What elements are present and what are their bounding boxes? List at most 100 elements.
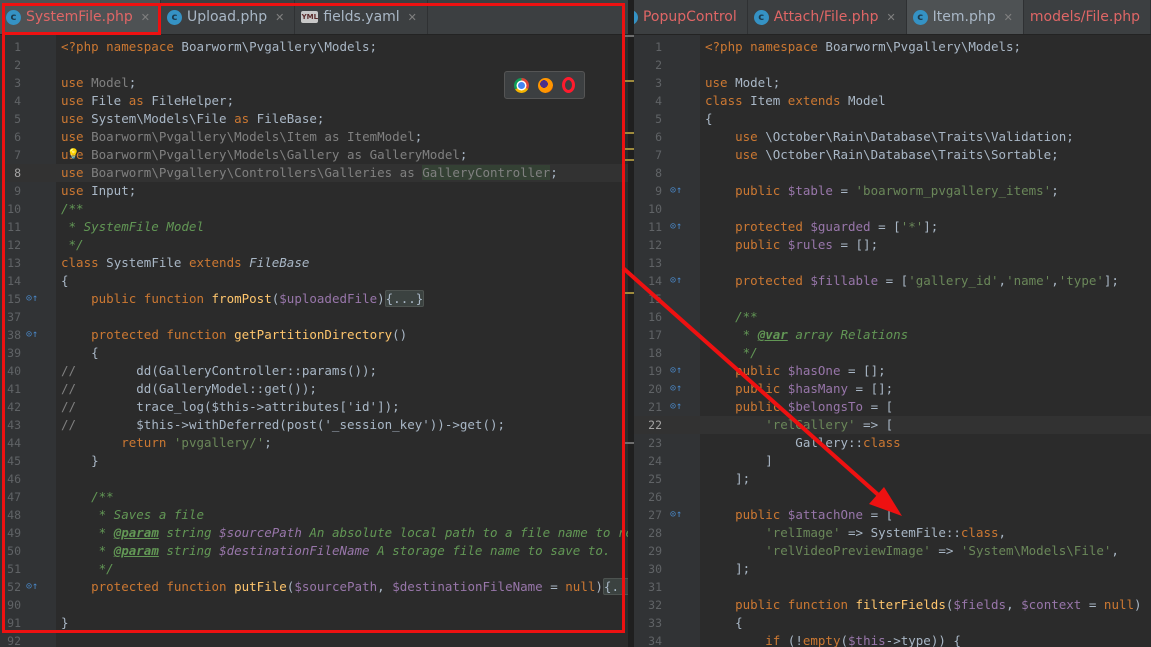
code-line[interactable]: 29 'relVideoPreviewImage' => 'System\Mod…	[634, 542, 1151, 560]
code-line[interactable]: 31	[634, 578, 1151, 596]
editor-tab[interactable]: YML fields.yaml ✕	[295, 0, 428, 34]
code-line[interactable]: 91}	[0, 614, 628, 632]
code-line[interactable]: 4 class Item extends Model	[634, 92, 1151, 110]
code-line[interactable]: 20 ⊙↑ public $hasMany = [];	[634, 380, 1151, 398]
code-line[interactable]: 22 'relGallery' => [	[634, 416, 1151, 434]
code-line[interactable]: 3 use Model;	[634, 74, 1151, 92]
code-line[interactable]: 30 ];	[634, 560, 1151, 578]
code-line[interactable]: 13 class SystemFile extends FileBase	[0, 254, 628, 272]
code-line[interactable]: 14 ⊙↑ protected $fillable = ['gallery_id'…	[634, 272, 1151, 290]
code-line[interactable]: 26	[634, 488, 1151, 506]
close-icon[interactable]: ✕	[141, 11, 150, 24]
code-line[interactable]: 15	[634, 290, 1151, 308]
left-code-editor[interactable]: 1 <?php namespace Boarworm\Pvgallery\Mode…	[0, 35, 628, 647]
code-text: public $belongsTo = [	[735, 399, 894, 414]
code-line[interactable]: 28 'relImage' => SystemFile::class,	[634, 524, 1151, 542]
code-line[interactable]: 33 {	[634, 614, 1151, 632]
override-marker-icon[interactable]: ⊙↑	[26, 326, 38, 344]
code-line[interactable]: 43 // $this->withDeferred(post('_session_…	[0, 416, 628, 434]
override-marker-icon[interactable]: ⊙↑	[670, 182, 682, 200]
php-class-icon: c	[912, 9, 928, 25]
code-line[interactable]: 37	[0, 308, 628, 326]
code-line[interactable]: 50 * @param string $destinationFileName …	[0, 542, 628, 560]
code-line[interactable]: 44 return 'pvgallery/';	[0, 434, 628, 452]
code-line[interactable]: 92	[0, 632, 628, 647]
code-line[interactable]: 12 public $rules = [];	[634, 236, 1151, 254]
code-line[interactable]: 6 use \October\Rain\Database\Traits\Vali…	[634, 128, 1151, 146]
code-line[interactable]: 14 {	[0, 272, 628, 290]
code-line[interactable]: 40 // dd(GalleryController::params());	[0, 362, 628, 380]
close-icon[interactable]: ✕	[275, 11, 284, 24]
code-line[interactable]: 9 ⊙↑ public $table = 'boarworm_pvgallery_…	[634, 182, 1151, 200]
firefox-icon[interactable]	[537, 77, 553, 93]
chrome-icon[interactable]	[513, 77, 529, 93]
code-line[interactable]: 19 ⊙↑ public $hasOne = [];	[634, 362, 1151, 380]
opera-icon[interactable]	[562, 77, 576, 93]
error-stripe[interactable]	[624, 35, 634, 647]
right-code-editor[interactable]: 1 <?php namespace Boarworm\Pvgallery\Mode…	[634, 35, 1151, 647]
override-marker-icon[interactable]: ⊙↑	[26, 290, 38, 308]
code-line[interactable]: 27 ⊙↑ public $attachOne = [	[634, 506, 1151, 524]
code-line[interactable]: 90	[0, 596, 628, 614]
close-icon[interactable]: ✕	[886, 11, 895, 24]
code-line[interactable]: 32 public function filterFields($fields,…	[634, 596, 1151, 614]
code-line[interactable]: 11 ⊙↑ protected $guarded = ['*'];	[634, 218, 1151, 236]
code-line[interactable]: 6 use Boarworm\Pvgallery\Models\Item as I…	[0, 128, 628, 146]
editor-tab[interactable]: c Upload.php ✕	[161, 0, 296, 34]
editor-tab[interactable]: cPopupControl	[634, 0, 748, 34]
code-line[interactable]: 38 ⊙↑ protected function getPartitionDire…	[0, 326, 628, 344]
code-line[interactable]: 15 ⊙↑ public function fromPost($uploadedF…	[0, 290, 628, 308]
lightbulb-icon[interactable]: 💡	[67, 146, 79, 164]
code-line[interactable]: 8	[634, 164, 1151, 182]
code-line[interactable]: 1 <?php namespace Boarworm\Pvgallery\Mode…	[634, 38, 1151, 56]
code-line[interactable]: 42 // trace_log($this->attributes['id']);	[0, 398, 628, 416]
code-line[interactable]: 24 ]	[634, 452, 1151, 470]
override-marker-icon[interactable]: ⊙↑	[670, 218, 682, 236]
override-marker-icon[interactable]: ⊙↑	[670, 362, 682, 380]
code-line[interactable]: 23 Gallery::class	[634, 434, 1151, 452]
code-line[interactable]: 17 * @var array Relations	[634, 326, 1151, 344]
editor-tab[interactable]: c Attach/File.php ✕	[748, 0, 907, 34]
code-line[interactable]: 9 use Input;	[0, 182, 628, 200]
code-line[interactable]: 18 */	[634, 344, 1151, 362]
code-line[interactable]: 45 }	[0, 452, 628, 470]
code-line[interactable]: 13	[634, 254, 1151, 272]
code-line[interactable]: 41 // dd(GalleryModel::get());	[0, 380, 628, 398]
code-line[interactable]: 48 * Saves a file	[0, 506, 628, 524]
code-text: protected $guarded = ['*'];	[735, 219, 939, 234]
override-marker-icon[interactable]: ⊙↑	[26, 578, 38, 596]
code-line[interactable]: 16 /**	[634, 308, 1151, 326]
code-line[interactable]: 52 ⊙↑ protected function putFile($sourceP…	[0, 578, 628, 596]
code-line[interactable]: 11 * SystemFile Model	[0, 218, 628, 236]
editor-tab[interactable]: c SystemFile.php ✕	[0, 0, 161, 34]
override-marker-icon[interactable]: ⊙↑	[670, 272, 682, 290]
code-line[interactable]: 10	[634, 200, 1151, 218]
code-line[interactable]: 34 if (!empty($this->type)) {	[634, 632, 1151, 647]
code-line[interactable]: 25 ];	[634, 470, 1151, 488]
editor-tab[interactable]: c Item.php ✕	[906, 0, 1024, 34]
code-line[interactable]: 7 💡 use Boarworm\Pvgallery\Models\Gallery …	[0, 146, 628, 164]
code-line[interactable]: 5 use System\Models\File as FileBase;	[0, 110, 628, 128]
override-marker-icon[interactable]: ⊙↑	[670, 398, 682, 416]
code-line[interactable]: 12 */	[0, 236, 628, 254]
close-icon[interactable]: ✕	[408, 11, 417, 24]
code-line[interactable]: 8 use Boarworm\Pvgallery\Controllers\Gall…	[0, 164, 628, 182]
code-line[interactable]: 49 * @param string $sourcePath An absolu…	[0, 524, 628, 542]
override-marker-icon[interactable]: ⊙↑	[670, 380, 682, 398]
close-icon[interactable]: ✕	[1004, 11, 1013, 24]
code-line[interactable]: 46	[0, 470, 628, 488]
line-number: 1	[655, 40, 662, 54]
code-line[interactable]: 1 <?php namespace Boarworm\Pvgallery\Mode…	[0, 38, 628, 56]
code-line[interactable]: 21 ⊙↑ public $belongsTo = [	[634, 398, 1151, 416]
code-line[interactable]: 51 */	[0, 560, 628, 578]
code-line[interactable]: 39 {	[0, 344, 628, 362]
code-line[interactable]: 47 /**	[0, 488, 628, 506]
code-line[interactable]: 7 use \October\Rain\Database\Traits\Sort…	[634, 146, 1151, 164]
code-line[interactable]: 5{	[634, 110, 1151, 128]
code-line[interactable]: 2	[634, 56, 1151, 74]
code-text: use Input;	[61, 183, 137, 198]
code-line[interactable]: 10 /**	[0, 200, 628, 218]
editor-tab[interactable]: models/File.php	[1024, 0, 1151, 34]
line-number: 37	[7, 310, 21, 324]
override-marker-icon[interactable]: ⊙↑	[670, 506, 682, 524]
